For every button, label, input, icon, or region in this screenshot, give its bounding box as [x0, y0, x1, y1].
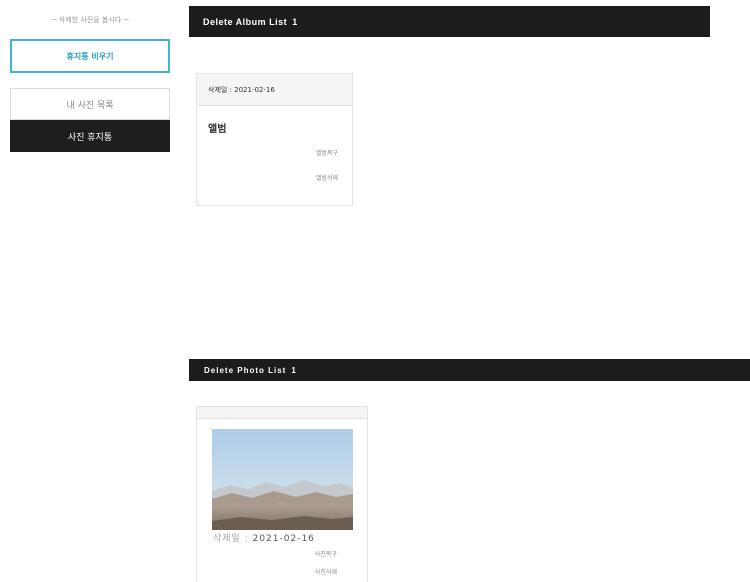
photo-deleted-date: 삭제일 : 2021-02-16: [213, 531, 315, 544]
photo-card: 삭제일 : 2021-02-16 사진복구 사진삭제: [196, 406, 368, 582]
album-section-header: Delete Album List 1: [189, 6, 710, 37]
album-deleted-date: 삭제일 : 2021-02-16: [197, 74, 352, 106]
photo-thumbnail[interactable]: [212, 429, 353, 530]
photo-date-value: 2021-02-16: [252, 534, 315, 544]
album-delete-link[interactable]: 앨범삭제: [197, 173, 352, 182]
photo-delete-link[interactable]: 사진삭제: [315, 567, 351, 576]
photo-date-label: 삭제일 :: [213, 534, 249, 544]
sidebar-item-my-photos[interactable]: 내 사진 목록: [10, 88, 170, 120]
mountain-landscape-image: [212, 429, 353, 530]
album-title: 앨범: [208, 124, 227, 135]
photo-section-title: Delete Photo List: [204, 365, 287, 375]
empty-trash-button[interactable]: 휴지통 비우기: [10, 39, 170, 73]
sidebar-nav: 내 사진 목록 사진 휴지통: [10, 88, 170, 152]
photo-section-count: 1: [291, 365, 297, 375]
photo-restore-link[interactable]: 사진복구: [315, 549, 351, 558]
sidebar-hint: ~ 삭제한 사진을 봅시다 ~: [50, 16, 130, 24]
sidebar-item-photo-trash[interactable]: 사진 휴지통: [10, 120, 170, 152]
album-section-count: 1: [292, 16, 298, 27]
album-restore-link[interactable]: 앨범복구: [197, 148, 352, 157]
photo-section-header: Delete Photo List 1: [189, 359, 750, 381]
photo-card-header: [197, 407, 367, 419]
album-section-title: Delete Album List: [203, 16, 288, 27]
album-card: 삭제일 : 2021-02-16 앨범 앨범복구 앨범삭제: [196, 73, 353, 206]
